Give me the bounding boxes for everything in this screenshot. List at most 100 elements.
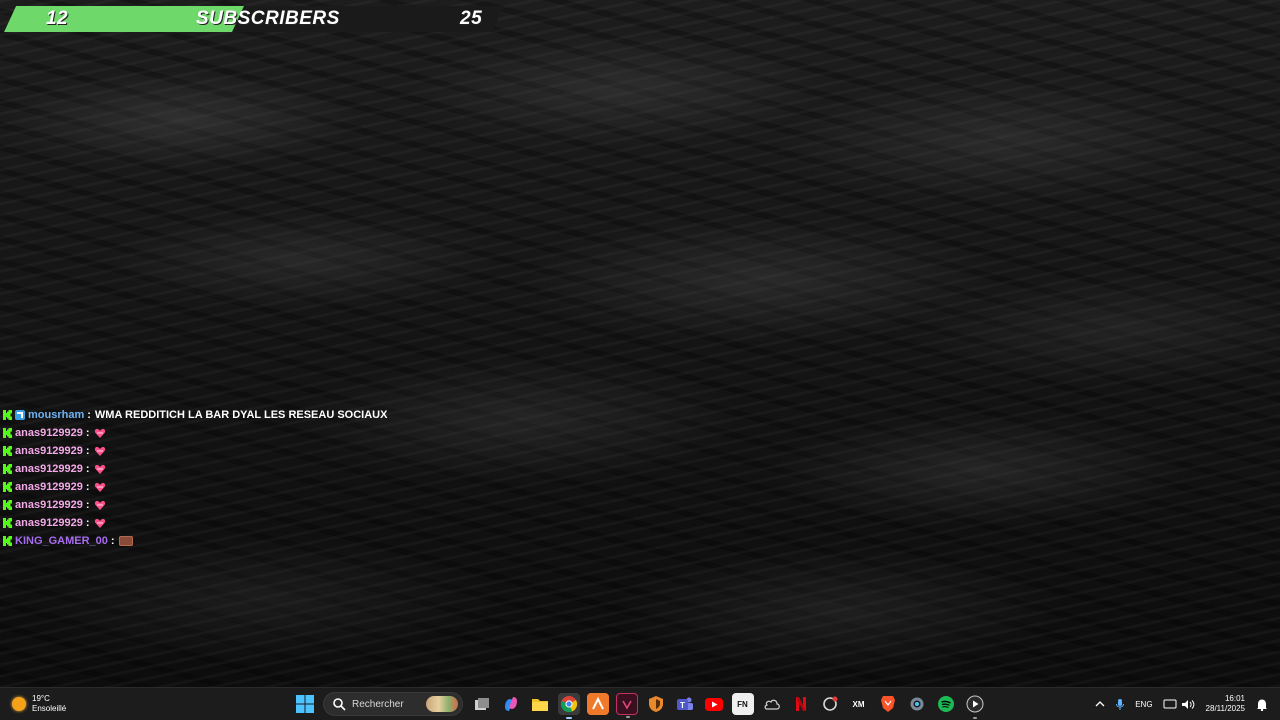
chat-message-text: WMA REDDITICH LA BAR DYAL LES RESEAU SOC… [94, 409, 388, 421]
heart-emote-icon [94, 463, 106, 475]
file-explorer-button[interactable] [529, 693, 551, 715]
clock-date: 28/11/2025 [1205, 704, 1245, 713]
sun-icon [12, 697, 26, 711]
app-fn-button[interactable]: FN [731, 693, 754, 715]
shield-app-icon [648, 696, 663, 712]
netflix-button[interactable] [790, 693, 812, 715]
chat-message: anas9129929: [3, 496, 423, 514]
chat-message: anas9129929: [3, 424, 423, 442]
cloud-app-icon [764, 699, 780, 710]
network-volume-button[interactable] [1163, 699, 1195, 710]
chrome-icon [560, 696, 577, 713]
verified-badge-icon [15, 410, 25, 420]
svg-text:T: T [680, 701, 685, 710]
microphone-button[interactable] [1115, 698, 1125, 711]
app-orange-button[interactable] [586, 693, 609, 715]
clock[interactable]: 16:01 28/11/2025 [1206, 694, 1245, 714]
spotify-icon [937, 696, 954, 712]
search-input[interactable]: Rechercher [323, 692, 463, 716]
show-hidden-icons-button[interactable] [1095, 700, 1105, 708]
app-cloud-button[interactable] [761, 693, 783, 715]
play-icon [966, 695, 983, 713]
teams-button[interactable]: T [674, 693, 696, 715]
chat-username[interactable]: anas9129929 [15, 517, 83, 529]
kick-icon [3, 536, 12, 546]
chat-username[interactable]: mousrham [28, 409, 84, 421]
heart-emote-icon [94, 445, 106, 457]
xm-app-icon: XM [852, 699, 865, 709]
chat-username[interactable]: anas9129929 [15, 481, 83, 493]
chat-separator: : [85, 499, 90, 511]
goal-target-count: 25 [460, 8, 483, 29]
kick-icon [3, 482, 12, 492]
app-xm-button[interactable]: XM [848, 693, 870, 715]
media-player-button[interactable] [964, 693, 986, 719]
start-button[interactable] [294, 693, 316, 715]
chat-username[interactable]: anas9129929 [15, 499, 83, 511]
goal-current-count: 12 [46, 8, 69, 29]
folder-icon [531, 699, 548, 711]
chat-username[interactable]: anas9129929 [15, 445, 83, 457]
chat-message: KING_GAMER_00: [3, 532, 423, 550]
chat-username[interactable]: anas9129929 [15, 427, 83, 439]
copilot-icon [504, 697, 517, 711]
check-app-icon [621, 700, 632, 710]
chat-separator: : [110, 535, 115, 547]
microphone-icon [1116, 698, 1125, 710]
netflix-icon [795, 697, 806, 711]
taskbar-apps: Rechercher T FN XM [290, 688, 989, 720]
system-tray: ENG 16:01 28/11/2025 [1090, 688, 1280, 720]
app-check-button[interactable] [615, 693, 638, 718]
subscriber-goal-bar: 12 SUBSCRIBERS 25 [0, 6, 520, 32]
teams-icon: T [676, 697, 693, 710]
app-shield-button[interactable] [645, 693, 667, 715]
copilot-button[interactable] [500, 693, 522, 715]
weather-condition: Ensoleillé [32, 704, 67, 713]
kick-icon [3, 428, 12, 438]
refresh-app-icon [822, 696, 837, 711]
arrow-app-icon [591, 697, 604, 710]
youtube-button[interactable] [703, 693, 725, 715]
settings-button[interactable] [906, 693, 928, 715]
gear-icon [910, 697, 923, 711]
app-refresh-button[interactable] [819, 693, 841, 715]
chat-message: mousrham: WMA REDDITICH LA BAR DYAL LES R… [3, 406, 423, 424]
search-icon [333, 698, 346, 711]
chat-overlay: mousrham: WMA REDDITICH LA BAR DYAL LES R… [3, 406, 423, 550]
chat-separator: : [87, 409, 91, 421]
chat-separator: : [85, 517, 90, 529]
language-indicator[interactable]: ENG [1135, 700, 1152, 709]
chat-username[interactable]: anas9129929 [15, 463, 83, 475]
windows-icon [295, 695, 314, 713]
chat-username[interactable]: KING_GAMER_00 [15, 535, 108, 547]
kick-icon [3, 518, 12, 528]
task-view-icon [474, 698, 489, 710]
kick-icon [3, 446, 12, 456]
weather-temperature: 19°C [32, 694, 50, 703]
chat-message: anas9129929: [3, 478, 423, 496]
heart-emote-icon [94, 499, 106, 511]
kick-icon [3, 500, 12, 510]
speaker-icon [1181, 699, 1194, 709]
brave-icon [880, 696, 895, 712]
task-view-button[interactable] [471, 693, 493, 715]
fn-app-icon: FN [737, 699, 748, 709]
chat-separator: : [85, 481, 90, 493]
chat-separator: : [85, 463, 90, 475]
heart-emote-icon [94, 481, 106, 493]
clock-time: 16:01 [1224, 694, 1245, 703]
weather-widget[interactable]: 19°C Ensoleillé [12, 693, 66, 715]
chat-message: anas9129929: [3, 442, 423, 460]
image-emote-icon [118, 536, 133, 546]
notifications-button[interactable] [1256, 698, 1268, 711]
spotify-button[interactable] [935, 693, 957, 715]
taskbar: 19°C Ensoleillé Rechercher T FN XM ENG 1… [0, 687, 1280, 720]
chat-separator: : [85, 445, 90, 457]
chrome-button[interactable] [557, 693, 580, 719]
bell-icon [1257, 699, 1267, 711]
heart-emote-icon [94, 427, 106, 439]
brave-button[interactable] [877, 693, 899, 715]
chat-message: anas9129929: [3, 460, 423, 478]
kick-icon [3, 464, 12, 474]
search-highlight-icon [426, 696, 458, 712]
